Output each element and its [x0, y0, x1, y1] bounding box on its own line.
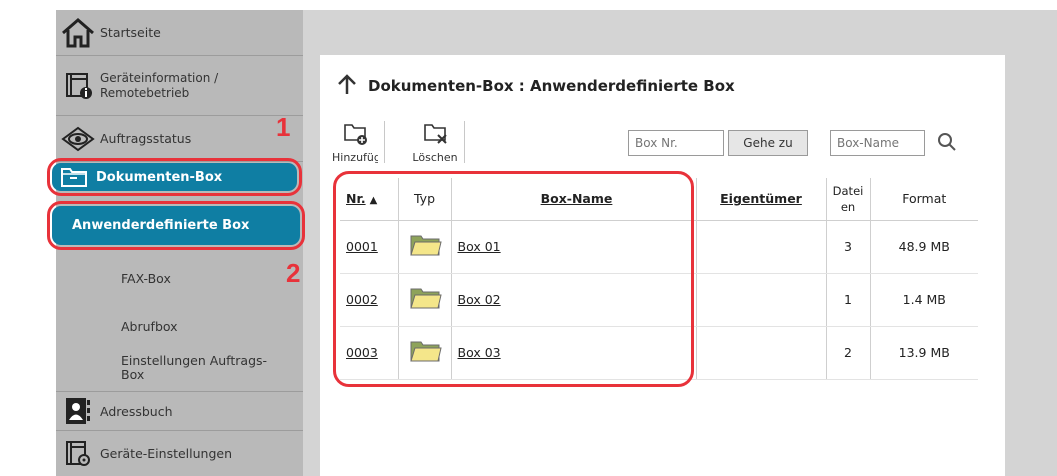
box-name-link[interactable]: Box 01 [458, 239, 501, 254]
callout-2: 2 [286, 258, 301, 288]
sidebar-item-polling-box[interactable]: Abrufbox [56, 301, 303, 347]
sidebar-item-label: Adressbuch [100, 403, 173, 419]
delete-label: Löschen [412, 151, 458, 164]
sort-ascending-icon: ▲ [369, 195, 378, 207]
delete-folder-icon [420, 124, 450, 150]
page-title: Dokumenten-Box : Anwenderdefinierte Box [368, 77, 735, 95]
box-folder-icon [408, 288, 442, 314]
arrow-up-icon[interactable] [336, 73, 358, 99]
column-header-format: Format [870, 178, 978, 221]
column-header-name[interactable]: Box-Name [451, 178, 697, 221]
sidebar-item-device-settings[interactable]: Geräte-Einstellungen [56, 431, 303, 476]
box-folder-icon [408, 235, 442, 261]
settings-icon [56, 439, 100, 469]
eye-icon [56, 126, 100, 152]
sidebar-item-label: Geräteinformation / Remotebetrieb [100, 70, 219, 100]
address-book-icon [56, 396, 100, 426]
files-cell: 3 [826, 220, 871, 274]
table-row: 0002 Box 02 1 1.4 MB [340, 273, 978, 327]
sidebar-item-fax-box[interactable]: FAX-Box [56, 255, 303, 301]
sidebar-item-label: Einstellungen Auftrags- Box [121, 353, 268, 382]
add-label: Hinzufüg [332, 151, 378, 164]
home-icon [56, 17, 100, 48]
sidebar-item-label: FAX-Box [121, 271, 171, 286]
column-header-type: Typ [398, 178, 452, 221]
box-folder-icon [408, 341, 442, 367]
owner-cell [696, 220, 827, 274]
owner-cell [696, 273, 827, 327]
column-header-owner[interactable]: Eigentümer [696, 178, 827, 221]
add-button[interactable]: Hinzufüg [332, 121, 378, 164]
column-header-files: Datei en [826, 178, 871, 221]
owner-cell [696, 326, 827, 380]
table-row: 0001 Box 01 3 48.9 MB [340, 220, 978, 274]
folder-icon [52, 166, 96, 188]
format-cell: 1.4 MB [870, 273, 978, 327]
box-number-link[interactable]: 0003 [346, 345, 378, 360]
sidebar-item-label: Anwenderdefinierte Box [72, 218, 250, 233]
add-folder-icon [340, 124, 370, 150]
box-number-link[interactable]: 0001 [346, 239, 378, 254]
format-cell: 48.9 MB [870, 220, 978, 274]
sidebar-item-label: Auftragsstatus [100, 131, 192, 146]
sidebar-item-address-book[interactable]: Adressbuch [56, 391, 303, 431]
sidebar-item-label: Startseite [100, 25, 161, 40]
sidebar-item-label: Abrufbox [121, 319, 178, 334]
box-name-link[interactable]: Box 02 [458, 292, 501, 307]
delete-button[interactable]: Löschen [412, 121, 458, 164]
main-panel: Dokumenten-Box : Anwenderdefinierte Box … [320, 55, 1005, 476]
goto-button[interactable]: Gehe zu [728, 130, 808, 156]
format-cell: 13.9 MB [870, 326, 978, 380]
box-number-link[interactable]: 0002 [346, 292, 378, 307]
box-name-link[interactable]: Box 03 [458, 345, 501, 360]
sidebar-item-home[interactable]: Startseite [56, 10, 303, 56]
files-cell: 2 [826, 326, 871, 380]
search-icon[interactable] [937, 132, 957, 156]
callout-1: 1 [276, 112, 291, 142]
table-header-row: Nr. ▲ Typ Box-Name Eigentümer Datei en F… [340, 178, 978, 221]
box-table: Nr. ▲ Typ Box-Name Eigentümer Datei en F… [340, 178, 978, 380]
sidebar-item-label: Geräte-Einstellungen [100, 446, 233, 461]
sidebar-item-device-info[interactable]: Geräteinformation / Remotebetrieb [56, 56, 303, 116]
sidebar-item-label: Dokumenten-Box [96, 169, 223, 185]
device-info-icon [56, 71, 100, 101]
sidebar-item-custom-box[interactable]: Anwenderdefinierte Box [47, 201, 305, 250]
column-header-nr[interactable]: Nr. ▲ [340, 178, 399, 221]
box-name-input[interactable] [830, 130, 925, 156]
sidebar-item-job-box-settings[interactable]: Einstellungen Auftrags- Box [56, 347, 303, 397]
sidebar-item-job-status[interactable]: Auftragsstatus [56, 116, 303, 162]
box-number-input[interactable] [628, 130, 724, 156]
toolbar-divider [384, 121, 385, 163]
files-cell: 1 [826, 273, 871, 327]
table-row: 0003 Box 03 2 13.9 MB [340, 326, 978, 380]
sidebar-item-document-box[interactable]: Dokumenten-Box [47, 158, 302, 196]
toolbar-divider [464, 121, 465, 163]
